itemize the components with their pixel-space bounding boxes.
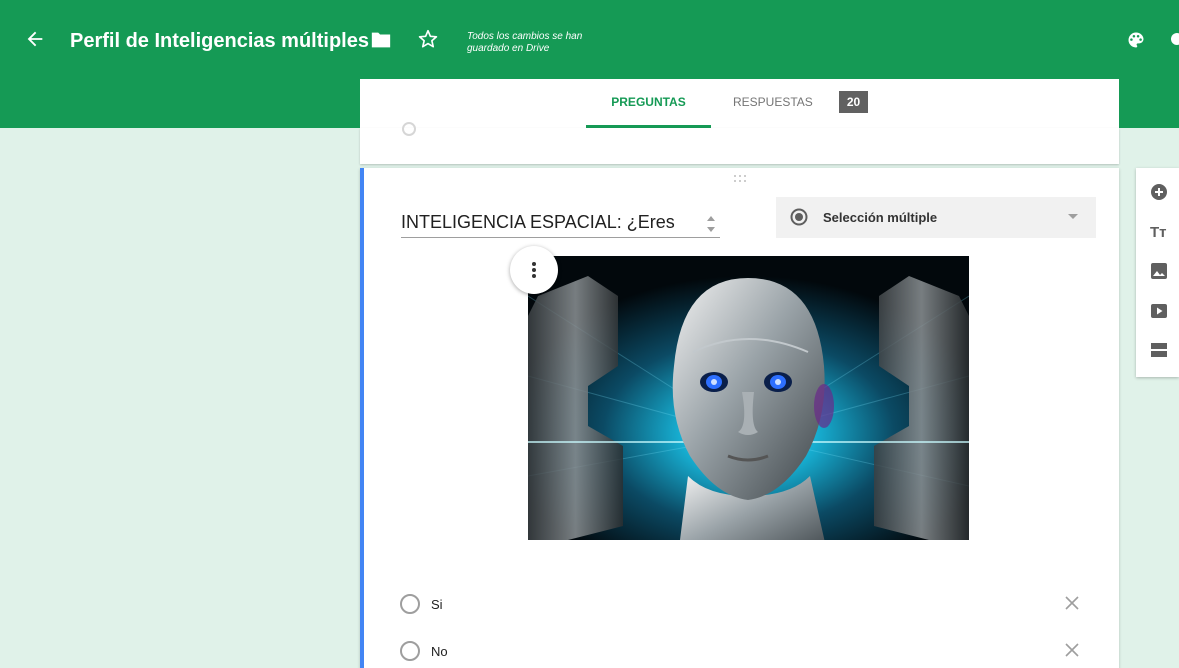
- question-card[interactable]: INTELIGENCIA ESPACIAL: ¿Eres Selección m…: [360, 168, 1119, 668]
- focus-indicator: [360, 168, 364, 668]
- question-type-label: Selección múltiple: [823, 210, 938, 225]
- option-row[interactable]: No: [400, 639, 1090, 665]
- previous-question-card[interactable]: [360, 122, 1119, 164]
- more-options-icon[interactable]: [1171, 33, 1179, 45]
- video-icon[interactable]: [1150, 302, 1168, 320]
- option-label[interactable]: Si: [431, 597, 443, 612]
- option-radio[interactable]: [400, 594, 420, 614]
- image-icon[interactable]: [1150, 262, 1168, 280]
- responses-count-badge: 20: [839, 91, 868, 113]
- palette-icon[interactable]: [1126, 30, 1146, 50]
- arrow-back-icon[interactable]: [24, 28, 46, 50]
- folder-icon[interactable]: [370, 30, 392, 50]
- title-underline: [401, 237, 720, 238]
- question-image[interactable]: [528, 256, 969, 540]
- question-type-dropdown[interactable]: Selección múltiple: [776, 197, 1096, 238]
- more-vert-icon: [532, 262, 536, 278]
- option-label[interactable]: No: [431, 644, 448, 659]
- side-toolbar: Tт: [1136, 168, 1179, 377]
- radio-button-checked-icon: [790, 208, 808, 226]
- form-title[interactable]: Perfil de Inteligencias múltiples: [70, 30, 369, 53]
- forms-editor: Perfil de Inteligencias múltiples Todos …: [0, 0, 1179, 668]
- drag-handle-icon[interactable]: [732, 174, 748, 184]
- save-status: Todos los cambios se han guardado en Dri…: [467, 31, 583, 54]
- image-options-button[interactable]: [510, 246, 558, 294]
- close-icon[interactable]: [1064, 642, 1080, 658]
- add-circle-icon[interactable]: [1150, 183, 1168, 201]
- star-icon[interactable]: [417, 28, 439, 50]
- add-title-icon[interactable]: Tт: [1150, 224, 1167, 241]
- option-row[interactable]: Si: [400, 592, 1090, 618]
- close-icon[interactable]: [1064, 595, 1080, 611]
- option-radio[interactable]: [400, 641, 420, 661]
- tab-respuestas[interactable]: RESPUESTAS: [733, 79, 813, 128]
- scroll-arrows-icon[interactable]: [704, 208, 718, 238]
- radio-icon: [402, 122, 416, 136]
- section-icon[interactable]: [1150, 341, 1168, 359]
- tab-preguntas[interactable]: PREGUNTAS: [586, 79, 711, 128]
- tabs-bar: PREGUNTAS RESPUESTAS 20: [360, 79, 1119, 128]
- question-title-field[interactable]: INTELIGENCIA ESPACIAL: ¿Eres: [401, 212, 675, 233]
- chevron-down-icon: [1068, 214, 1078, 219]
